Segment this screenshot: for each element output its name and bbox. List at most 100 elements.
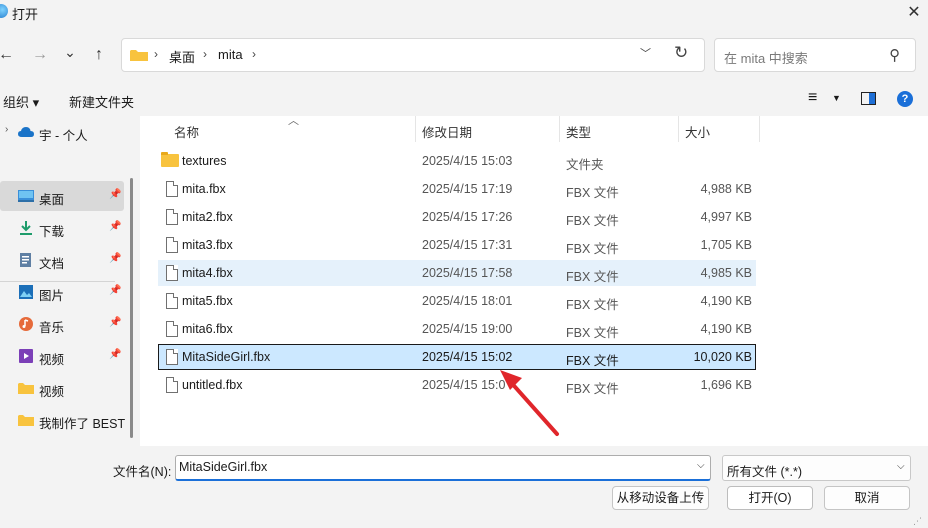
upload-from-mobile-button[interactable]: 从移动设备上传 — [612, 486, 709, 510]
file-row[interactable]: mita5.fbx 2025/4/15 18:01 FBX 文件 4,190 K… — [158, 288, 756, 314]
file-size: 1,696 KB — [700, 378, 752, 392]
file-icon — [166, 321, 178, 337]
view-dropdown-icon[interactable]: ▼ — [832, 93, 841, 103]
column-separator[interactable] — [678, 116, 679, 142]
breadcrumb-mita[interactable]: mita — [218, 47, 243, 62]
title-bar: 打开 ✕ — [0, 0, 928, 26]
file-date: 2025/4/15 17:31 — [422, 238, 513, 252]
pin-icon: 📌 — [109, 189, 122, 200]
recent-locations-chevron-down-icon[interactable]: ⌄ — [60, 41, 80, 63]
file-size: 4,988 KB — [700, 182, 752, 196]
file-date: 2025/4/15 17:58 — [422, 266, 513, 280]
file-type: 文件夹 — [566, 158, 604, 172]
view-list-icon[interactable]: ≡ — [808, 89, 817, 107]
cloud-icon — [18, 127, 34, 137]
up-folder-button[interactable]: ↑ — [89, 44, 109, 66]
file-icon — [166, 237, 178, 253]
cancel-button[interactable]: 取消 — [824, 486, 910, 510]
file-row-selected[interactable]: MitaSideGirl.fbx 2025/4/15 15:02 FBX 文件 … — [158, 344, 756, 370]
close-button[interactable]: ✕ — [900, 0, 928, 26]
sidebar-item-label: 音乐 — [39, 321, 65, 335]
file-row-hovered[interactable]: mita4.fbx 2025/4/15 17:58 FBX 文件 4,985 K… — [158, 260, 756, 286]
sidebar-item-onedrive[interactable]: › 宇 - 个人 — [0, 117, 124, 147]
search-input[interactable]: 在 mita 中搜索 ⚲ — [714, 38, 916, 72]
file-name: textures — [182, 154, 227, 168]
sidebar-item-videos[interactable]: 视频 📌 — [0, 341, 124, 371]
new-folder-button[interactable]: 新建文件夹 — [69, 92, 134, 111]
file-date: 2025/4/15 19:00 — [422, 322, 513, 336]
address-bar[interactable]: › 桌面 › mita › ﹀ ↻ — [121, 38, 705, 72]
sidebar-item-label: 我制作了 BEST — [39, 417, 126, 431]
file-type: FBX 文件 — [566, 186, 619, 200]
column-header-date[interactable]: 修改日期 — [422, 122, 472, 141]
file-icon — [166, 209, 178, 225]
file-type: FBX 文件 — [566, 242, 619, 256]
expand-chevron-icon[interactable]: › — [5, 124, 8, 135]
file-type-chevron-down-icon[interactable]: ⌵ — [897, 461, 905, 472]
file-name: mita3.fbx — [182, 238, 233, 252]
file-icon — [166, 349, 178, 365]
file-row[interactable]: mita.fbx 2025/4/15 17:19 FBX 文件 4,988 KB — [158, 176, 756, 202]
column-separator[interactable] — [415, 116, 416, 142]
file-row-folder[interactable]: textures 2025/4/15 15:03 文件夹 — [158, 148, 756, 174]
column-separator[interactable] — [759, 116, 760, 142]
sidebar-item-videos-folder[interactable]: 视频 — [0, 373, 124, 403]
help-icon[interactable]: ? — [897, 91, 913, 107]
sidebar-item-pictures[interactable]: 图片 📌 — [0, 277, 124, 307]
resize-grip-icon[interactable]: ⋰ — [913, 516, 922, 527]
window-title: 打开 — [12, 7, 39, 22]
forward-button[interactable]: → — [30, 44, 50, 66]
pin-icon: 📌 — [109, 349, 122, 360]
filename-input[interactable]: MitaSideGirl.fbx — [175, 455, 711, 481]
sidebar-item-documents[interactable]: 文档 📌 — [0, 245, 124, 275]
file-icon — [166, 293, 178, 309]
back-button[interactable]: ← — [0, 44, 16, 66]
column-header-name[interactable]: 名称 — [174, 122, 199, 141]
file-date: 2025/4/15 18:01 — [422, 294, 513, 308]
sidebar-item-label: 宇 - 个人 — [39, 129, 88, 143]
file-size: 1,705 KB — [700, 238, 752, 252]
sidebar-item-downloads[interactable]: 下载 📌 — [0, 213, 124, 243]
file-row[interactable]: mita2.fbx 2025/4/15 17:26 FBX 文件 4,997 K… — [158, 204, 756, 230]
breadcrumb-separator: › — [154, 47, 158, 61]
column-separator[interactable] — [559, 116, 560, 142]
column-header-size[interactable]: 大小 — [685, 122, 710, 141]
file-type: FBX 文件 — [566, 326, 619, 340]
search-icon[interactable]: ⚲ — [889, 46, 900, 64]
file-name: mita5.fbx — [182, 294, 233, 308]
refresh-icon[interactable]: ↻ — [674, 43, 688, 63]
sidebar-item-best-folder[interactable]: 我制作了 BEST — [0, 405, 126, 435]
sidebar-item-label: 视频 — [39, 353, 65, 367]
file-size: 4,190 KB — [700, 322, 752, 336]
pin-icon: 📌 — [109, 253, 122, 264]
sidebar-item-label: 图片 — [39, 289, 65, 303]
sidebar-item-label: 下载 — [39, 225, 65, 239]
pin-icon: 📌 — [109, 285, 122, 296]
preview-pane-icon[interactable] — [861, 92, 876, 105]
breadcrumb-separator[interactable]: › — [252, 47, 256, 61]
file-type: FBX 文件 — [566, 298, 619, 312]
folder-icon — [18, 383, 34, 394]
filename-dropdown-icon[interactable]: ⌵ — [697, 460, 705, 471]
file-type: FBX 文件 — [566, 354, 619, 368]
search-placeholder: 在 mita 中搜索 — [724, 51, 808, 66]
organize-menu-button[interactable]: 组织 ▾ — [3, 92, 39, 111]
file-type-select[interactable]: 所有文件 (*.*) — [722, 455, 911, 481]
file-name: untitled.fbx — [182, 378, 243, 392]
file-icon — [166, 377, 178, 393]
sidebar-item-music[interactable]: 音乐 📌 — [0, 309, 124, 339]
open-button[interactable]: 打开(O) — [727, 486, 813, 510]
file-name: mita2.fbx — [182, 210, 233, 224]
sidebar-item-desktop[interactable]: 桌面 📌 — [0, 181, 124, 211]
file-row[interactable]: untitled.fbx 2025/4/15 15:0 FBX 文件 1,696… — [158, 372, 756, 398]
file-row[interactable]: mita6.fbx 2025/4/15 19:00 FBX 文件 4,190 K… — [158, 316, 756, 342]
file-type: FBX 文件 — [566, 214, 619, 228]
pin-icon: 📌 — [109, 317, 122, 328]
file-row[interactable]: mita3.fbx 2025/4/15 17:31 FBX 文件 1,705 K… — [158, 232, 756, 258]
column-header-type[interactable]: 类型 — [566, 122, 591, 141]
address-dropdown-icon[interactable]: ﹀ — [640, 45, 651, 61]
breadcrumb-desktop[interactable]: 桌面 — [169, 47, 195, 66]
desktop-icon — [18, 190, 34, 202]
annotation-arrow-icon — [500, 370, 559, 436]
sidebar-scrollbar[interactable] — [130, 178, 133, 438]
